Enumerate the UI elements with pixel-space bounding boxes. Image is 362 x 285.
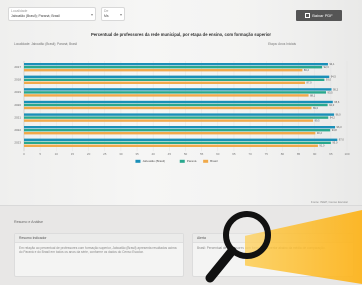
bar-value-label: 94,2 <box>330 116 336 120</box>
legend-swatch <box>135 159 141 163</box>
bar <box>24 119 314 122</box>
bar-value-label: 93,0 <box>326 78 332 82</box>
bar <box>24 100 333 104</box>
bar-value-label: 92,3 <box>324 65 330 69</box>
bar-value-label: 94,0 <box>329 103 335 107</box>
bar <box>24 132 316 135</box>
x-tick-label: 30 <box>119 152 123 156</box>
legend-swatch <box>203 159 209 163</box>
y-tick-label: 2018 <box>14 78 21 82</box>
bar <box>24 113 335 116</box>
bar-value-label: 89,5 <box>315 119 321 123</box>
bar-value-label: 94,5 <box>331 75 337 79</box>
x-tick-label: 80 <box>281 152 285 156</box>
bar-value-label: 97,0 <box>339 138 345 142</box>
x-tick-label: 70 <box>248 152 252 156</box>
bar-value-label: 94,1 <box>329 62 335 66</box>
bar-value-label: 88,1 <box>310 93 316 97</box>
x-tick-label: 25 <box>103 152 107 156</box>
x-tick-label: 20 <box>87 152 91 156</box>
insights-section-title: Resumo e Análise <box>14 220 43 224</box>
bar <box>24 69 303 72</box>
y-tick-label: 2017 <box>14 65 21 69</box>
bar-value-label: 86,2 <box>304 68 310 72</box>
x-tick-label: 90 <box>313 152 317 156</box>
bar <box>24 66 323 69</box>
legend-label: Jaboatão (Brasil) <box>142 159 165 163</box>
x-tick-label: 50 <box>184 152 188 156</box>
summary-card: Resumo Indicador Em relação ao percentua… <box>14 233 184 277</box>
bar-value-label: 96,3 <box>337 125 343 129</box>
y-tick-label: 2020 <box>14 103 21 107</box>
x-tick-label: 0 <box>23 152 25 156</box>
bar <box>24 126 336 129</box>
y-tick-label: 2021 <box>14 115 21 119</box>
chart-source: Fonte: INEP, Censo Escolar <box>310 200 348 204</box>
bar-value-label: 91,0 <box>319 144 325 148</box>
summary-card-text: Em relação ao percentual de professores … <box>19 246 177 255</box>
bar <box>24 106 312 110</box>
bar-value-label: 89,0 <box>313 106 319 110</box>
bar <box>24 141 331 144</box>
bar-value-label: 87,0 <box>307 81 313 85</box>
bar-value-label: 95,0 <box>332 141 338 145</box>
bar <box>24 103 328 107</box>
y-tick-label: 2023 <box>14 141 21 145</box>
bar <box>24 94 309 97</box>
legend-label: Paraná <box>187 159 197 163</box>
x-tick-label: 35 <box>135 152 139 156</box>
bar-value-label: 93,5 <box>328 90 334 94</box>
bar-value-label: 90,2 <box>317 131 323 135</box>
bar <box>24 116 329 119</box>
y-tick-label: 2022 <box>14 128 21 132</box>
x-tick-label: 75 <box>265 152 269 156</box>
x-tick-label: 65 <box>232 152 236 156</box>
x-tick-label: 55 <box>200 152 204 156</box>
bar-value-label: 95,6 <box>334 100 340 104</box>
bar <box>24 91 327 94</box>
x-tick-label: 60 <box>216 152 220 156</box>
bar <box>24 138 338 141</box>
bar <box>24 81 306 84</box>
y-tick-label: 2019 <box>14 90 21 94</box>
magnifier-icon <box>205 211 271 283</box>
x-tick-label: 45 <box>168 152 172 156</box>
x-tick-label: 95 <box>329 152 333 156</box>
x-tick-label: 85 <box>297 152 301 156</box>
x-tick-label: 100 <box>344 152 349 156</box>
summary-card-title: Resumo Indicador <box>15 234 183 243</box>
bar-value-label: 95,2 <box>333 87 339 91</box>
bar <box>24 88 332 91</box>
legend-swatch <box>179 159 185 163</box>
x-tick-label: 40 <box>152 152 156 156</box>
bar <box>24 144 318 147</box>
bar <box>24 63 328 66</box>
x-tick-label: 15 <box>71 152 75 156</box>
bar <box>24 78 325 81</box>
bar-value-label: 94,8 <box>332 128 338 132</box>
bar-value-label: 96,0 <box>336 113 342 117</box>
legend-label: Brasil <box>210 159 218 163</box>
x-tick-label: 10 <box>55 152 59 156</box>
bar <box>24 129 331 132</box>
x-tick-label: 5 <box>39 152 41 156</box>
bar <box>24 75 330 78</box>
